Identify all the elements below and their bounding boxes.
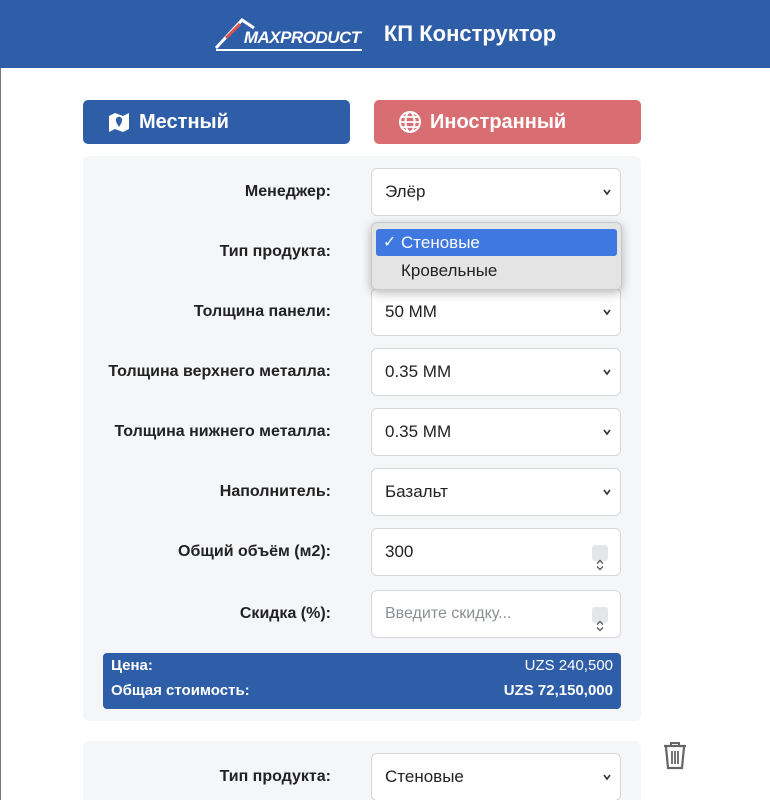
chevron-down-icon [603, 189, 611, 196]
product-type-label-2: Тип продукта: [219, 768, 331, 785]
foreign-tab-label: Иностранный [430, 110, 567, 133]
discount-placeholder: Введите скидку... [385, 605, 512, 622]
map-icon [107, 110, 131, 134]
foreign-tab-button[interactable]: Иностранный [374, 100, 641, 144]
checkmark-icon: ✓ [383, 234, 397, 251]
spinner-icon[interactable] [592, 607, 608, 632]
bottom-metal-label: Толщина нижнего металла: [114, 423, 331, 440]
globe-icon [398, 110, 422, 134]
manager-label: Менеджер: [244, 183, 331, 200]
total-label: Общая стоимость: [111, 682, 250, 699]
manager-row: Менеджер: Элёр [83, 168, 641, 216]
manager-value: Элёр [385, 182, 426, 201]
volume-value: 300 [385, 542, 414, 561]
volume-label: Общий объём (м2): [178, 543, 331, 560]
chevron-down-icon [603, 309, 611, 316]
chevron-down-icon [603, 774, 611, 781]
panel-thickness-row: Толщина панели: 50 ММ [83, 288, 641, 336]
top-metal-label: Толщина верхнего металла: [108, 363, 331, 380]
chevron-down-icon [603, 429, 611, 436]
dropdown-option[interactable]: Кровельные [376, 257, 617, 284]
trash-icon[interactable] [662, 740, 688, 770]
product-card-2: Тип продукта: Стеновые [83, 741, 641, 800]
product-type-dropdown[interactable]: ✓ Стеновые Кровельные [371, 222, 622, 290]
bottom-metal-value: 0.35 ММ [385, 422, 452, 441]
top-metal-select[interactable]: 0.35 ММ [371, 348, 621, 396]
chevron-down-icon [603, 489, 611, 496]
price-label: Цена: [111, 657, 153, 674]
dropdown-option-label: Кровельные [401, 261, 498, 280]
product-type-value-2: Стеновые [385, 767, 464, 786]
chevron-down-icon [603, 369, 611, 376]
panel-thickness-label: Толщина панели: [193, 303, 331, 320]
app-header: MAXPRODUCT КП Конструктор [0, 0, 770, 68]
discount-input[interactable]: Введите скидку... [371, 590, 621, 638]
volume-row: Общий объём (м2): 300 [83, 528, 641, 576]
filler-value: Базальт [385, 482, 448, 501]
dropdown-option-label: Стеновые [401, 233, 480, 252]
top-metal-value: 0.35 ММ [385, 362, 452, 381]
discount-label: Скидка (%): [239, 605, 331, 622]
filler-select[interactable]: Базальт [371, 468, 621, 516]
price-row: Цена: UZS 240,500 [111, 655, 613, 677]
product-type-select-2[interactable]: Стеновые [371, 753, 621, 800]
volume-input[interactable]: 300 [371, 528, 621, 576]
total-value: UZS 72,150,000 [503, 682, 613, 699]
spinner-icon[interactable] [592, 545, 608, 571]
price-summary: Цена: UZS 240,500 Общая стоимость: UZS 7… [103, 653, 621, 709]
logo-text: MAXPRODUCT [243, 28, 361, 47]
discount-row: Скидка (%): Введите скидку... [83, 590, 641, 638]
price-value: UZS 240,500 [524, 657, 613, 674]
product-type-row-2: Тип продукта: Стеновые [83, 753, 641, 800]
panel-thickness-select[interactable]: 50 ММ [371, 288, 621, 336]
filler-row: Наполнитель: Базальт [83, 468, 641, 516]
top-metal-row: Толщина верхнего металла: 0.35 ММ [83, 348, 641, 396]
local-tab-label: Местный [139, 110, 229, 133]
total-row: Общая стоимость: UZS 72,150,000 [111, 680, 613, 702]
page-title: КП Конструктор [383, 21, 557, 46]
manager-select[interactable]: Элёр [371, 168, 621, 216]
logo: MAXPRODUCT [214, 14, 364, 54]
local-tab-button[interactable]: Местный [83, 100, 350, 144]
dropdown-option-selected[interactable]: ✓ Стеновые [376, 229, 617, 256]
product-type-label: Тип продукта: [219, 243, 331, 260]
bottom-metal-row: Толщина нижнего металла: 0.35 ММ [83, 408, 641, 456]
bottom-metal-select[interactable]: 0.35 ММ [371, 408, 621, 456]
divider [0, 68, 1, 800]
filler-label: Наполнитель: [219, 483, 331, 500]
panel-thickness-value: 50 ММ [385, 302, 437, 321]
